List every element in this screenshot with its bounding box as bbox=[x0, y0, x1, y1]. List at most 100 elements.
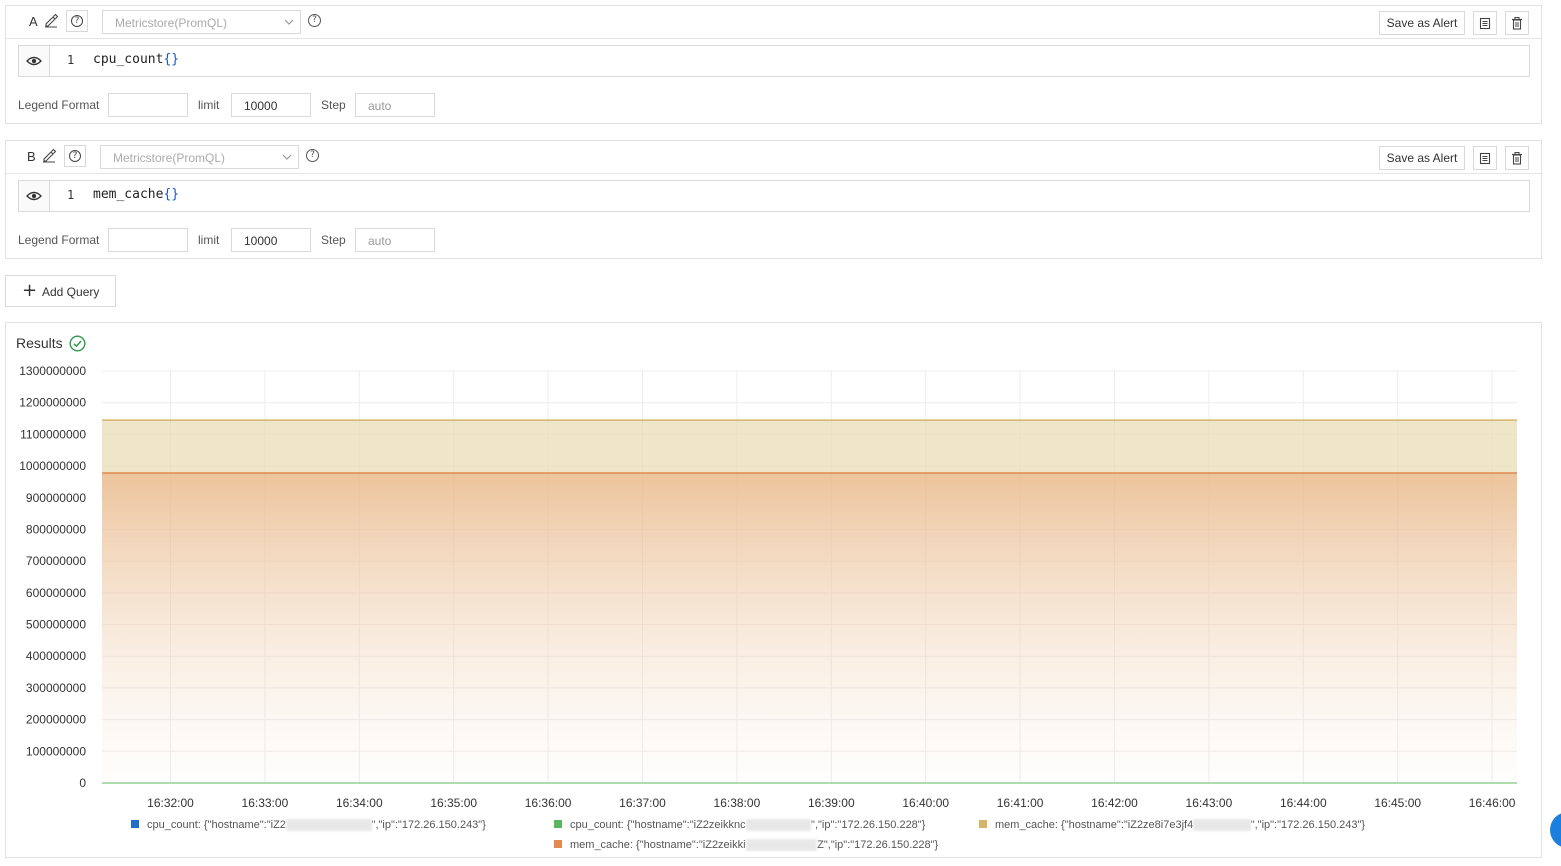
visibility-toggle[interactable] bbox=[19, 181, 50, 211]
y-tick-label: 1200000000 bbox=[19, 396, 86, 410]
x-tick-label: 16:40:00 bbox=[902, 796, 949, 810]
y-tick-label: 1100000000 bbox=[20, 427, 86, 441]
query-help-button[interactable]: ? bbox=[66, 10, 88, 32]
x-tick-label: 16:41:00 bbox=[997, 796, 1044, 810]
help-icon[interactable]: ? bbox=[306, 149, 319, 162]
legend-item[interactable]: mem_cache: {"hostname":"iZ2zeikkin3ek0xq… bbox=[554, 839, 938, 851]
legend-label-masked: 3ek0xqd8bva bbox=[745, 819, 812, 831]
y-tick-label: 700000000 bbox=[26, 554, 86, 568]
help-icon: ? bbox=[69, 150, 81, 162]
query-editor[interactable]: 1 mem_cache{} bbox=[18, 180, 1530, 212]
legend-label-suffix: ","ip":"172.26.150.243"} bbox=[1250, 819, 1366, 831]
series-area-mem-cache-243 bbox=[102, 420, 1517, 474]
visibility-toggle[interactable] bbox=[19, 46, 50, 76]
legend-label-masked: ze1xq8b9s1onl3z bbox=[285, 819, 372, 831]
copy-icon bbox=[1479, 17, 1491, 29]
help-float-button[interactable] bbox=[1550, 812, 1561, 848]
legend-label-masked: n3ek0xqd8bva bbox=[745, 839, 818, 851]
trash-icon bbox=[1512, 151, 1522, 165]
copy-query-button[interactable] bbox=[1473, 146, 1497, 170]
x-tick-label: 16:44:00 bbox=[1280, 796, 1327, 810]
y-tick-label: 0 bbox=[79, 776, 86, 790]
legend-format-input[interactable] bbox=[108, 93, 188, 117]
query-panel-a: A ? Metricstore(PromQL) ? Save as Alert … bbox=[5, 5, 1542, 124]
help-icon[interactable]: ? bbox=[308, 14, 321, 27]
y-tick-label: 500000000 bbox=[26, 618, 86, 632]
legend-label-suffix: ","ip":"172.26.150.243"} bbox=[371, 819, 486, 831]
step-input[interactable]: auto bbox=[355, 93, 435, 117]
code-metric: mem_cache bbox=[93, 187, 164, 202]
add-query-label: Add Query bbox=[42, 285, 100, 299]
legend-format-label: Legend Format bbox=[18, 233, 100, 247]
query-letter: A bbox=[29, 14, 38, 29]
legend-item[interactable]: cpu_count: {"hostname":"iZ2zeikknc3ek0xq… bbox=[554, 819, 925, 831]
datasource-select[interactable]: Metricstore(PromQL) bbox=[102, 10, 301, 34]
delete-query-button[interactable] bbox=[1505, 11, 1529, 35]
legend-label-prefix: cpu_count: {"hostname":"iZ2zeikknc bbox=[570, 819, 746, 831]
plus-icon: + bbox=[22, 280, 38, 301]
y-tick-label: 200000000 bbox=[26, 713, 86, 727]
y-tick-label: 1000000000 bbox=[19, 459, 86, 473]
query-header: A ? Metricstore(PromQL) ? Save as Alert bbox=[6, 6, 1541, 39]
results-panel: Results 1300000000 1200000000 1100000000 10… bbox=[5, 322, 1542, 858]
save-as-alert-button[interactable]: Save as Alert bbox=[1379, 146, 1465, 170]
legend-label-masked: ab1cd2ef3g bbox=[1193, 819, 1251, 831]
step-input[interactable]: auto bbox=[355, 228, 435, 252]
query-help-button[interactable]: ? bbox=[64, 145, 86, 167]
limit-label: limit bbox=[198, 233, 220, 247]
query-code[interactable]: mem_cache{} bbox=[93, 187, 179, 202]
x-tick-label: 16:43:00 bbox=[1186, 796, 1233, 810]
add-query-button[interactable]: + Add Query bbox=[5, 275, 116, 307]
line-number: 1 bbox=[67, 53, 75, 67]
line-number: 1 bbox=[67, 188, 75, 202]
legend-item[interactable]: cpu_count: {"hostname":"iZ2ze1xq8b9s1onl… bbox=[131, 819, 486, 831]
step-label: Step bbox=[321, 98, 346, 112]
datasource-select[interactable]: Metricstore(PromQL) bbox=[100, 145, 299, 169]
limit-label: limit bbox=[198, 98, 220, 112]
help-icon: ? bbox=[71, 15, 83, 27]
limit-input[interactable]: 10000 bbox=[231, 93, 311, 117]
query-editor[interactable]: 1 cpu_count{} bbox=[18, 45, 1530, 77]
delete-query-button[interactable] bbox=[1505, 146, 1529, 170]
copy-icon bbox=[1479, 152, 1491, 164]
legend-label-suffix: ","ip":"172.26.150.228"} bbox=[811, 819, 926, 831]
query-code[interactable]: cpu_count{} bbox=[93, 52, 179, 67]
limit-input[interactable]: 10000 bbox=[231, 228, 311, 252]
y-tick-label: 400000000 bbox=[26, 649, 86, 663]
legend-swatch bbox=[554, 820, 562, 828]
x-tick-label: 16:33:00 bbox=[242, 796, 289, 810]
chevron-down-icon bbox=[282, 154, 292, 160]
legend-format-input[interactable] bbox=[108, 228, 188, 252]
datasource-value: Metricstore(PromQL) bbox=[113, 151, 226, 165]
legend-item[interactable]: mem_cache: {"hostname":"iZ2ze8i7e3jf4ab1… bbox=[979, 819, 1365, 831]
query-letter: B bbox=[27, 149, 36, 164]
legend-label-prefix: mem_cache: {"hostname":"iZ2ze8i7e3jf4 bbox=[995, 819, 1194, 831]
query-panel-b: B ? Metricstore(PromQL) ? Save as Alert … bbox=[5, 140, 1542, 259]
trash-icon bbox=[1512, 16, 1522, 30]
x-tick-label: 16:46:00 bbox=[1469, 796, 1516, 810]
code-metric: cpu_count bbox=[93, 52, 164, 67]
y-tick-label: 300000000 bbox=[26, 681, 86, 695]
legend-swatch bbox=[979, 820, 987, 828]
legend-swatch bbox=[554, 840, 562, 848]
datasource-value: Metricstore(PromQL) bbox=[115, 16, 228, 30]
code-braces: {} bbox=[163, 52, 180, 67]
x-tick-label: 16:39:00 bbox=[808, 796, 855, 810]
query-header: B ? Metricstore(PromQL) ? Save as Alert bbox=[6, 141, 1541, 174]
edit-icon[interactable] bbox=[43, 12, 59, 28]
legend-label-prefix: mem_cache: {"hostname":"iZ2zeikki bbox=[570, 839, 746, 851]
x-tick-label: 16:38:00 bbox=[714, 796, 761, 810]
chevron-down-icon bbox=[284, 19, 294, 25]
y-tick-label: 800000000 bbox=[26, 522, 86, 536]
edit-icon[interactable] bbox=[41, 147, 57, 163]
legend-label-prefix: cpu_count: {"hostname":"iZ2 bbox=[147, 819, 286, 831]
x-tick-label: 16:32:00 bbox=[147, 796, 194, 810]
x-tick-label: 16:37:00 bbox=[619, 796, 666, 810]
series-area-mem-cache-228 bbox=[102, 473, 1517, 783]
eye-icon bbox=[26, 191, 42, 201]
x-tick-label: 16:42:00 bbox=[1091, 796, 1138, 810]
copy-query-button[interactable] bbox=[1473, 11, 1497, 35]
save-as-alert-button[interactable]: Save as Alert bbox=[1379, 11, 1465, 35]
y-tick-label: 900000000 bbox=[26, 491, 86, 505]
y-tick-label: 600000000 bbox=[26, 586, 86, 600]
